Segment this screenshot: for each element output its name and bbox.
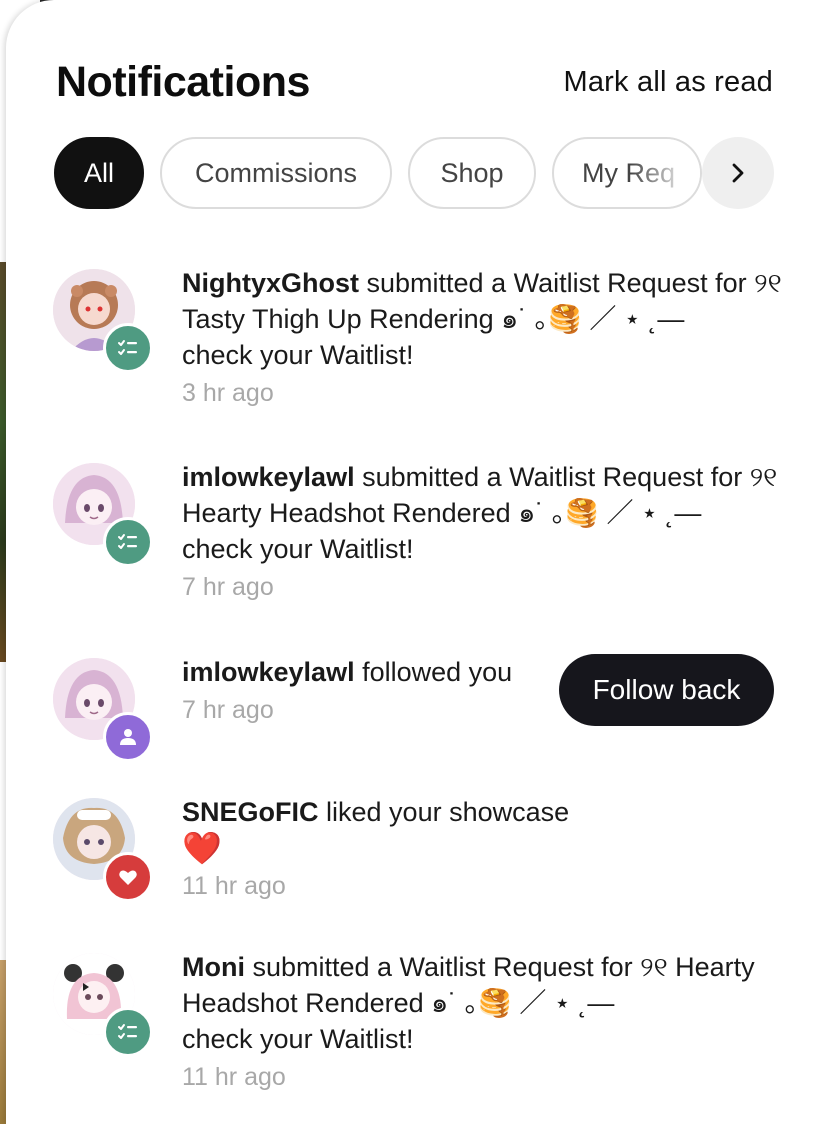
follow-badge [103,712,153,762]
checklist-icon [118,534,137,549]
username[interactable]: imlowkeylawl [182,657,355,687]
page-title: Notifications [56,57,310,106]
username[interactable]: imlowkeylawl [182,462,355,492]
timestamp: 7 hr ago [182,573,274,601]
avatar [53,269,153,373]
timestamp: 3 hr ago [182,379,274,407]
notification-text: SNEGoFIC liked your showcase ❤️ 11 hr ag… [182,794,782,904]
timestamp: 11 hr ago [182,872,286,900]
notification-message-line2: check your Waitlist! [182,534,414,564]
notification-text: NightyxGhost submitted a Waitlist Reques… [182,265,782,411]
username[interactable]: NightyxGhost [182,268,359,298]
avatar [53,953,153,1057]
waitlist-badge [103,323,153,373]
notification-message: liked your showcase [318,797,570,827]
notification-text: imlowkeylawl followed you 7 hr ago [182,654,542,728]
filter-tab-all[interactable]: All [54,137,144,209]
person-icon [120,729,136,745]
waitlist-badge [103,517,153,567]
like-badge [103,852,153,902]
avatar [53,658,153,762]
notifications-panel: Notifications Mark all as read All Commi… [6,0,813,1124]
chevron-right-icon [732,163,744,183]
notification-message: followed you [354,657,513,687]
timestamp: 11 hr ago [182,1063,286,1091]
mark-all-read-button[interactable]: Mark all as read [564,66,774,99]
checklist-icon [118,340,137,355]
notification-message: submitted a Waitlist Request for ୨୧ Hear… [182,952,755,1018]
checklist-icon [118,1024,137,1039]
heart-icon [119,870,137,885]
avatar [53,798,153,902]
filter-tab-my-requests[interactable]: My Req [552,137,702,209]
follow-back-button[interactable]: Follow back [559,654,774,726]
username[interactable]: SNEGoFIC [182,797,319,827]
scroll-filters-right-button[interactable] [702,137,774,209]
notification-message-line2: check your Waitlist! [182,1024,414,1054]
notification-message-line2: check your Waitlist! [182,340,414,370]
avatar [53,463,153,567]
notification-text: Moni submitted a Waitlist Request for ୨୧… [182,949,782,1095]
filter-tab-shop[interactable]: Shop [408,137,536,209]
waitlist-badge [103,1007,153,1057]
heart-emoji: ❤️ [182,830,222,866]
filter-tab-commissions[interactable]: Commissions [160,137,392,209]
timestamp: 7 hr ago [182,696,274,724]
panel-header: Notifications Mark all as read [56,52,773,112]
notification-text: imlowkeylawl submitted a Waitlist Reques… [182,459,782,605]
username[interactable]: Moni [182,952,245,982]
filter-tabs: All Commissions Shop My Req [54,137,774,209]
